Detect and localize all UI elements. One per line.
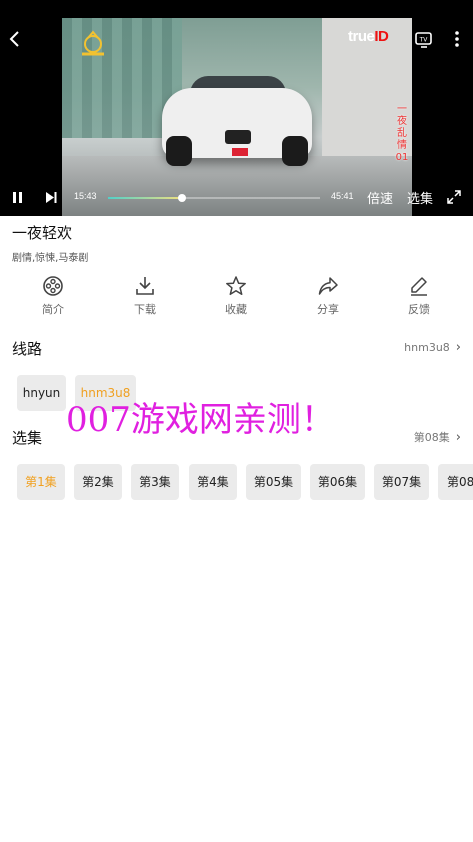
back-button[interactable] <box>6 26 24 52</box>
car-plate <box>232 148 248 156</box>
watermark-text: 007游戏网亲测！ <box>66 400 335 440</box>
episode-chip-05[interactable]: 第05集 <box>246 464 301 500</box>
episode-chip-1[interactable]: 第1集 <box>17 464 65 500</box>
more-button[interactable] <box>450 28 464 50</box>
car-wheel-right <box>282 136 308 166</box>
film-reel-icon <box>43 276 63 296</box>
pause-button[interactable] <box>11 191 25 204</box>
brand-logo-accent: ID <box>374 28 389 45</box>
pause-icon <box>13 192 22 203</box>
svg-text:TV: TV <box>419 37 429 44</box>
tv-cast-icon: TV <box>415 32 432 48</box>
more-vertical-icon <box>455 31 459 47</box>
episode-chip-4[interactable]: 第4集 <box>189 464 237 500</box>
episodes-current: 第08集 <box>413 431 450 444</box>
routes-more[interactable]: hnm3u8 › <box>404 340 461 355</box>
feedback-button[interactable]: 反馈 <box>389 275 449 317</box>
episode-chip-06[interactable]: 第06集 <box>310 464 365 500</box>
download-icon <box>136 277 154 295</box>
favorite-label: 收藏 <box>225 303 247 316</box>
share-button[interactable]: 分享 <box>298 275 358 317</box>
seek-thumb[interactable] <box>178 194 187 202</box>
speed-button[interactable]: 倍速 <box>367 188 393 207</box>
time-current: 15:43 <box>74 191 97 201</box>
video-player[interactable]: trueID 一夜乱情01 TV 15:43 45:41 倍速 选集 <box>0 0 473 216</box>
cast-button[interactable]: TV <box>413 28 435 50</box>
overlay-title: 一夜乱情01 <box>395 104 409 163</box>
download-button[interactable]: 下载 <box>115 275 175 317</box>
car-grill <box>225 130 251 144</box>
skip-next-icon <box>46 192 57 203</box>
episodes-more[interactable]: 第08集 › <box>414 429 461 445</box>
download-label: 下载 <box>134 303 156 316</box>
star-icon <box>226 276 246 296</box>
routes-current: hnm3u8 <box>404 341 450 354</box>
seek-bar[interactable] <box>108 194 320 202</box>
player-episodes-button[interactable]: 选集 <box>407 188 433 207</box>
route-chip-hnyun[interactable]: hnyun <box>17 375 66 411</box>
seek-progress <box>108 197 183 199</box>
share-label: 分享 <box>317 303 339 316</box>
car-wheel-left <box>166 136 192 166</box>
chevron-right-icon: › <box>455 430 461 445</box>
favorite-button[interactable]: 收藏 <box>206 275 266 317</box>
episode-chip-08[interactable]: 第08集 <box>438 464 473 500</box>
intro-label: 简介 <box>42 303 64 316</box>
brand-logo-main: true <box>348 28 375 45</box>
action-bar: 简介 下载 收藏 分享 反馈 <box>0 275 473 319</box>
edit-icon <box>411 277 427 296</box>
video-title: 一夜轻欢 <box>12 224 73 242</box>
fullscreen-button[interactable] <box>447 190 461 204</box>
episodes-title: 选集 <box>12 429 43 447</box>
video-tags: 剧情,惊悚,马泰剧 <box>12 253 89 264</box>
brand-logo: trueID <box>348 28 389 45</box>
fullscreen-icon <box>447 190 461 204</box>
player-controls: 15:43 45:41 倍速 选集 <box>0 186 473 208</box>
episode-chip-07[interactable]: 第07集 <box>374 464 429 500</box>
chevron-left-icon <box>9 31 19 47</box>
routes-title: 线路 <box>12 340 43 358</box>
episode-chip-3[interactable]: 第3集 <box>131 464 179 500</box>
feedback-label: 反馈 <box>408 303 430 316</box>
share-icon <box>318 277 338 295</box>
channel-logo <box>76 30 110 62</box>
episode-chip-2[interactable]: 第2集 <box>74 464 122 500</box>
time-total: 45:41 <box>331 191 354 201</box>
intro-button[interactable]: 简介 <box>23 275 83 317</box>
next-episode-button[interactable] <box>44 191 58 204</box>
chevron-right-icon: › <box>455 340 461 355</box>
